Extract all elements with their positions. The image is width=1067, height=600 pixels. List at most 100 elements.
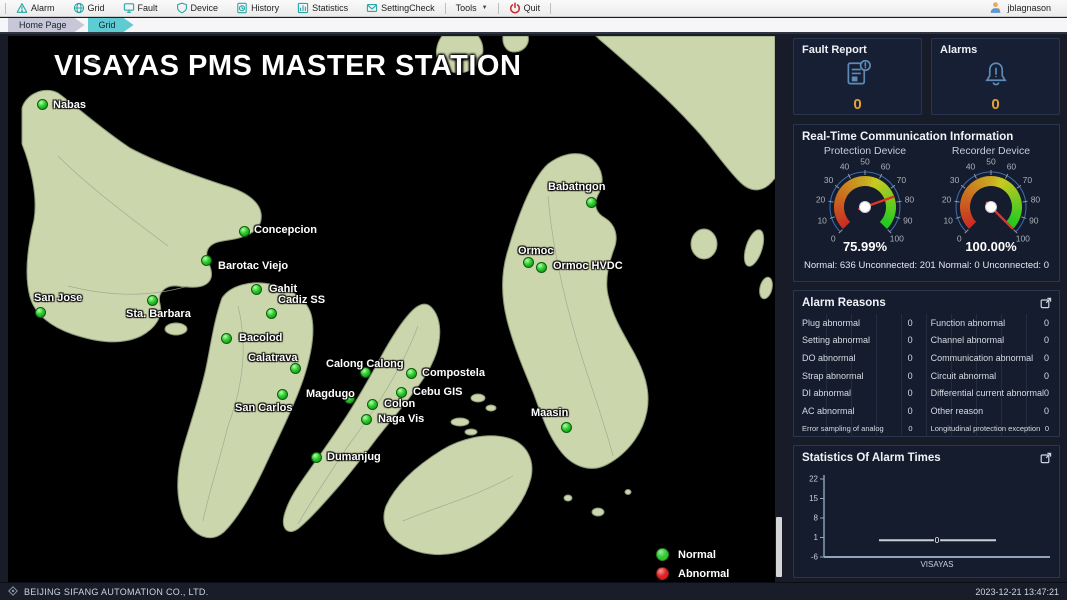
alarm-reason-value: 0 <box>908 424 914 433</box>
station-label: Compostela <box>422 367 485 379</box>
quit-label: Quit <box>524 3 541 13</box>
station-marker-san-carlos[interactable] <box>277 389 288 400</box>
alarm-icon <box>16 2 28 14</box>
fault-menu-button[interactable]: Fault <box>114 0 167 16</box>
tab-home-page[interactable]: Home Page <box>8 18 85 32</box>
statistics-menu-button[interactable]: Statistics <box>288 0 357 16</box>
station-label: Colon <box>384 398 415 410</box>
settingcheck-menu-button[interactable]: SettingCheck <box>357 0 444 16</box>
svg-text:50: 50 <box>986 157 996 167</box>
alarm-reason-row: DO abnormal 0 <box>802 349 915 367</box>
alarm-reason-label: Channel abnormal <box>931 335 1005 345</box>
alarm-reason-row: Circuit abnormal0 <box>931 367 1051 385</box>
svg-text:20: 20 <box>942 194 952 204</box>
history-menu-button[interactable]: History <box>227 0 288 16</box>
alarm-reason-row: Function abnormal0 <box>931 314 1051 332</box>
expand-icon <box>1040 452 1052 464</box>
alarms-card[interactable]: Alarms 0 <box>931 38 1060 115</box>
station-marker-cebu-gis[interactable] <box>396 387 407 398</box>
alarm-reason-value: 0 <box>1045 424 1051 433</box>
station-marker-gahit[interactable] <box>251 284 262 295</box>
station-marker-colon[interactable] <box>367 399 378 410</box>
alarm-reason-row: Plug abnormal0 <box>802 314 915 332</box>
station-marker-barotac-viejo[interactable] <box>201 255 212 266</box>
alarm-bell-icon <box>979 57 1013 96</box>
alarm-reason-label: Differential current abnormal <box>931 388 1044 398</box>
svg-text:100: 100 <box>890 233 904 243</box>
alarm-reason-value: 0 <box>908 335 915 345</box>
svg-text:VISAYAS: VISAYAS <box>920 560 953 569</box>
station-label: Calatrava <box>248 352 298 364</box>
comm-stats-row: Normal: 636Unconnected: 201Normal: 0Unco… <box>802 260 1051 271</box>
svg-text:60: 60 <box>881 161 891 171</box>
alarm-reason-row: Other reason0 <box>931 402 1051 420</box>
station-label: Cadiz SS <box>278 294 325 306</box>
chevron-down-icon: ▼ <box>482 5 488 11</box>
svg-text:70: 70 <box>897 175 907 185</box>
alarm-reason-label: Plug abnormal <box>802 318 860 328</box>
gauge-row: Protection Device 0102030405060708090100… <box>802 145 1051 254</box>
alarm-reason-row: Channel abnormal0 <box>931 332 1051 350</box>
alarm-reasons-left-column: Plug abnormal0Setting abnormal0DO abnorm… <box>802 314 927 437</box>
station-label: Maasin <box>531 407 568 419</box>
user-menu[interactable]: jblagnason <box>989 1 1051 16</box>
alarm-statistics-expand-button[interactable] <box>1040 452 1052 464</box>
tools-menu-button[interactable]: Tools ▼ <box>447 0 497 16</box>
alarm-reason-value: 0 <box>908 353 915 363</box>
station-label: Naga Vis <box>378 413 424 425</box>
map-title: VISAYAS PMS MASTER STATION <box>54 50 521 83</box>
alarm-reason-label: DO abnormal <box>802 353 856 363</box>
quit-button[interactable]: Quit <box>500 0 550 16</box>
station-label: Dumanjug <box>327 451 381 463</box>
alarm-reason-value: 0 <box>1044 406 1051 416</box>
grid-menu-button[interactable]: Grid <box>64 0 114 16</box>
alarm-reasons-section: Alarm Reasons Plug abnormal0Setting abno… <box>793 290 1060 437</box>
station-marker-nabas[interactable] <box>37 99 48 110</box>
map-legend: NormalAbnormal <box>656 548 729 582</box>
panel-scrollbar[interactable] <box>776 517 782 577</box>
station-marker-ormoc[interactable] <box>523 257 534 268</box>
comm-stat: Normal: 0 <box>938 260 979 271</box>
station-marker-babatngon[interactable] <box>586 197 597 208</box>
station-marker-cadiz-ss[interactable] <box>266 308 277 319</box>
station-marker-ormoc-hvdc[interactable] <box>536 262 547 273</box>
alarm-reasons-right-column: Function abnormal0Channel abnormal0Commu… <box>927 314 1051 437</box>
map-canvas[interactable]: VISAYAS PMS MASTER STATION NabasSan Jose… <box>8 36 775 582</box>
alarm-reason-row: Error sampling of analog0 <box>802 420 915 438</box>
svg-text:50: 50 <box>860 157 870 167</box>
alarm-reason-value: 0 <box>908 371 915 381</box>
station-label: Ormoc <box>518 245 553 257</box>
svg-text:100: 100 <box>1016 233 1030 243</box>
station-marker-san-jose[interactable] <box>35 307 46 318</box>
toolbar-separator <box>498 3 499 14</box>
alarm-statistics-section: Statistics Of Alarm Times 221581-60VISAY… <box>793 445 1060 578</box>
station-marker-calatrava[interactable] <box>290 363 301 374</box>
tab-grid[interactable]: Grid <box>88 18 134 32</box>
device-menu-button[interactable]: Device <box>167 0 228 16</box>
station-marker-naga-vis[interactable] <box>361 414 372 425</box>
right-panel: Fault Report 0 Alarms <box>790 38 1063 580</box>
station-label: San Carlos <box>235 402 292 414</box>
comm-stat: Unconnected: 0 <box>982 260 1049 271</box>
station-marker-concepcion[interactable] <box>239 226 250 237</box>
alarm-reasons-expand-button[interactable] <box>1040 297 1052 309</box>
station-marker-bacolod[interactable] <box>221 333 232 344</box>
station-marker-dumanjug[interactable] <box>311 452 322 463</box>
station-marker-maasin[interactable] <box>561 422 572 433</box>
svg-text:20: 20 <box>816 194 826 204</box>
fault-report-card[interactable]: Fault Report 0 <box>793 38 922 115</box>
alarm-reason-value: 0 <box>1044 371 1051 381</box>
svg-text:60: 60 <box>1007 161 1017 171</box>
alarm-menu-button[interactable]: Alarm <box>7 0 64 16</box>
station-marker-sta-barbara[interactable] <box>147 295 158 306</box>
sifang-logo-icon <box>8 586 18 598</box>
mail-icon <box>366 2 378 14</box>
station-marker-compostela[interactable] <box>406 368 417 379</box>
svg-text:1: 1 <box>814 533 819 542</box>
svg-text:40: 40 <box>840 161 850 171</box>
comm-section-title: Real-Time Communication Information <box>802 131 1051 143</box>
user-avatar <box>989 1 1002 16</box>
toolbar-separator <box>550 3 551 14</box>
station-label: Nabas <box>53 99 86 111</box>
comm-section: Real-Time Communication Information Prot… <box>793 124 1060 282</box>
